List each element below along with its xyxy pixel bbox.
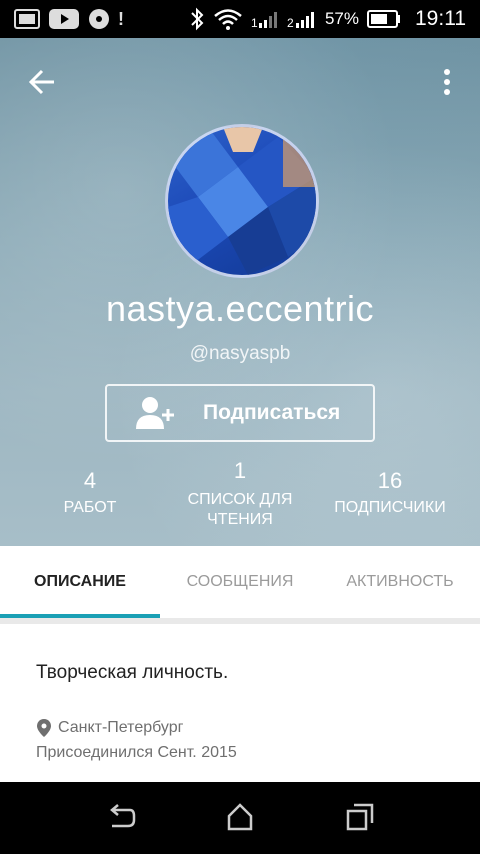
battery-icon [367,10,400,28]
home-nav-icon[interactable] [225,802,255,832]
profile-bio: Творческая личность. [36,662,229,683]
tab-description[interactable]: ОПИСАНИЕ [0,546,160,618]
tab-messages[interactable]: СООБЩЕНИЯ [160,546,320,618]
stat-works[interactable]: 4 РАБОТ [40,468,140,518]
youtube-icon [49,9,79,29]
stat-works-count: 4 [83,468,97,493]
tab-activity[interactable]: АКТИВНОСТЬ [320,546,480,618]
system-nav-bar [0,782,480,854]
profile-tabs: ОПИСАНИЕ СООБЩЕНИЯ АКТИВНОСТЬ [0,546,480,618]
follow-button-label: Подписаться [203,401,341,424]
profile-location-text: Санкт-Петербург [58,719,184,736]
back-arrow-icon[interactable] [28,68,56,96]
svg-text:1: 1 [251,16,258,29]
disc-icon [89,9,109,29]
stat-reading-lists-count: 1 [233,458,247,483]
svg-text:2: 2 [287,16,294,29]
about-card: Творческая личность. Санкт-Петербург При… [0,624,480,782]
battery-percentage: 57% [324,9,359,28]
notification-alert-icon: ! [118,8,124,29]
profile-handle: @nasyaspb [189,343,291,364]
image-icon [14,9,40,29]
stat-followers[interactable]: 16 ПОДПИСЧИКИ [320,468,460,518]
profile-header: nastya.eccentric @nasyaspb Подписаться 4… [0,38,480,546]
back-nav-icon[interactable] [106,802,136,832]
clock: 19:11 [415,7,466,30]
overflow-menu-icon[interactable] [442,68,452,96]
add-user-icon [136,397,174,429]
wifi-icon [214,9,242,30]
avatar-image [168,127,316,275]
recent-apps-nav-icon[interactable] [345,802,375,832]
stat-works-label: РАБОТ [63,499,117,516]
bluetooth-icon [191,7,204,31]
stat-reading-lists-label-line2: ЧТЕНИЯ [207,511,273,528]
follow-button[interactable]: Подписаться [105,384,375,442]
location-pin-icon [37,719,51,737]
signal-2-icon: 2 [287,12,314,29]
stat-reading-lists-label-line1: СПИСОК ДЛЯ [187,491,293,508]
stat-followers-label: ПОДПИСЧИКИ [334,499,446,516]
stat-reading-lists[interactable]: 1 СПИСОК ДЛЯ ЧТЕНИЯ [170,458,310,530]
profile-location: Санкт-Петербург [36,718,183,738]
signal-1-icon: 1 [251,12,277,29]
stat-followers-count: 16 [377,468,403,493]
avatar[interactable] [165,124,319,278]
active-tab-indicator [0,614,160,618]
status-bar: ! 1 2 57% 19:11 [0,0,480,38]
profile-username: nastya.eccentric [105,288,375,329]
profile-joined-date: Присоединился Сент. 2015 [36,744,237,761]
